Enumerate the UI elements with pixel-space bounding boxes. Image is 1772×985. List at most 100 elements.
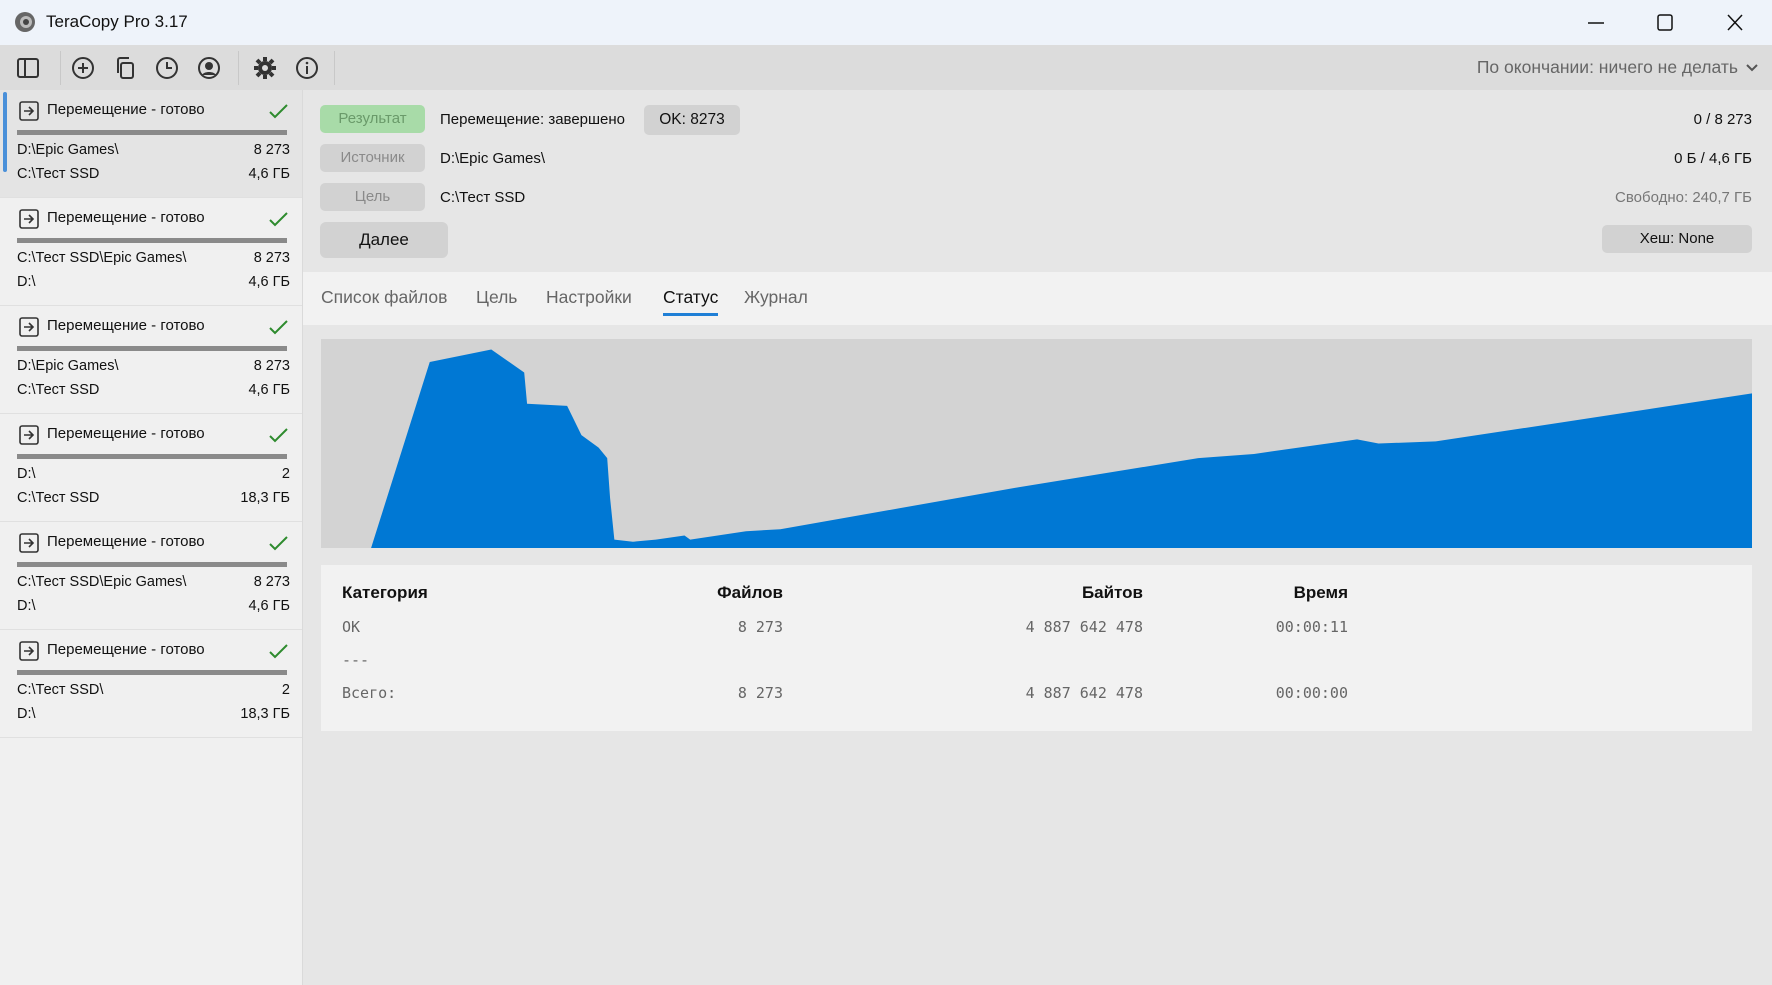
job-target: D:\ <box>17 706 36 722</box>
job-progress-bar <box>17 562 287 567</box>
chevron-down-icon <box>1746 63 1758 71</box>
toggle-sidebar-button[interactable] <box>13 53 43 83</box>
close-button[interactable] <box>1710 8 1760 38</box>
job-files: 8 273 <box>253 574 290 590</box>
job-title: Перемещение - готово <box>47 425 205 442</box>
job-files: 8 273 <box>253 358 290 374</box>
tab-file-list[interactable]: Список файлов <box>321 287 447 308</box>
speed-area <box>371 349 1752 548</box>
minimize-button[interactable] <box>1570 8 1620 38</box>
job-list-item[interactable]: Перемещение - готово D:\ 2 C:\Тест SSD 1… <box>0 414 302 522</box>
job-target: C:\Тест SSD <box>17 382 100 398</box>
job-title: Перемещение - готово <box>47 317 205 334</box>
app-logo-icon <box>15 12 35 32</box>
job-source: D:\ <box>17 466 36 482</box>
tab-status[interactable]: Статус <box>663 287 719 316</box>
add-button[interactable] <box>68 53 98 83</box>
move-icon <box>19 425 39 445</box>
job-progress-bar <box>17 454 287 459</box>
minimize-icon <box>1588 22 1604 24</box>
job-size: 4,6 ГБ <box>248 274 290 290</box>
move-icon <box>19 209 39 229</box>
job-progress-bar <box>17 238 287 243</box>
files-progress: 0 / 8 273 <box>1693 111 1752 128</box>
column-header: Время <box>1293 583 1348 602</box>
tab-settings[interactable]: Настройки <box>546 287 632 308</box>
plus-circle-icon <box>72 57 94 79</box>
job-progress-bar <box>17 130 287 135</box>
table-cell: 00:00:00 <box>1275 684 1348 702</box>
table-cell: 00:00:11 <box>1275 618 1348 636</box>
column-header: Файлов <box>717 583 783 602</box>
job-source: D:\Epic Games\ <box>17 142 119 158</box>
job-source: C:\Тест SSD\ <box>17 682 104 698</box>
table-cell: 8 273 <box>737 684 783 702</box>
after-completion-label: По окончании: ничего не делать <box>1476 57 1738 77</box>
job-target: C:\Тест SSD <box>17 490 100 506</box>
column-header: Байтов <box>1081 583 1143 602</box>
table-cell: --- <box>342 651 370 669</box>
move-icon <box>19 641 39 661</box>
maximize-button[interactable] <box>1640 8 1690 38</box>
job-list-item[interactable]: Перемещение - готово C:\Тест SSD\Epic Ga… <box>0 522 302 630</box>
result-value: Перемещение: завершено <box>440 111 626 128</box>
tab-log[interactable]: Журнал <box>744 287 808 308</box>
job-list-item[interactable]: Перемещение - готово C:\Тест SSD\Epic Ga… <box>0 198 302 306</box>
job-list-item[interactable]: Перемещение - готово C:\Тест SSD\ 2 D:\ … <box>0 630 302 738</box>
hash-button[interactable]: Хеш: None <box>1602 225 1752 253</box>
maximize-icon <box>1657 14 1673 31</box>
job-list-item[interactable]: Перемещение - готово D:\Epic Games\ 8 27… <box>0 90 302 198</box>
stats-table: Категория Файлов Байтов Время OK 8 273 4 887 6… <box>321 565 1752 731</box>
bytes-progress: 0 Б / 4,6 ГБ <box>1674 150 1752 167</box>
info-button[interactable] <box>292 53 322 83</box>
job-title: Перемещение - готово <box>47 533 205 550</box>
user-icon <box>198 57 220 79</box>
job-files: 8 273 <box>253 142 290 158</box>
checkmark-icon <box>269 428 288 443</box>
job-target: C:\Тест SSD <box>17 166 100 182</box>
job-size: 4,6 ГБ <box>248 166 290 182</box>
job-size: 18,3 ГБ <box>240 706 290 722</box>
settings-button[interactable] <box>250 53 280 83</box>
table-cell: OK <box>342 618 361 636</box>
job-target: D:\ <box>17 274 36 290</box>
info-icon <box>296 57 318 79</box>
job-files: 2 <box>281 682 290 698</box>
job-files: 8 273 <box>253 250 290 266</box>
toolbar: По окончании: ничего не делать <box>0 45 1772 90</box>
target-label: Цель <box>320 183 425 211</box>
job-list-item[interactable]: Перемещение - готово D:\Epic Games\ 8 27… <box>0 306 302 414</box>
next-button[interactable]: Далее <box>320 222 448 258</box>
history-button[interactable] <box>152 53 182 83</box>
job-target: D:\ <box>17 598 36 614</box>
job-size: 18,3 ГБ <box>240 490 290 506</box>
source-label: Источник <box>320 144 425 172</box>
move-icon <box>19 317 39 337</box>
job-list: Перемещение - готово D:\Epic Games\ 8 27… <box>0 90 303 985</box>
job-files: 2 <box>281 466 290 482</box>
source-path: D:\Epic Games\ <box>440 150 546 167</box>
job-title: Перемещение - готово <box>47 641 205 658</box>
table-cell: Всего: <box>342 684 397 702</box>
copy-button[interactable] <box>110 53 140 83</box>
table-cell: 4 887 642 478 <box>1025 684 1143 702</box>
tab-target[interactable]: Цель <box>476 287 517 308</box>
copy-icon <box>117 57 134 79</box>
after-completion-dropdown[interactable]: По окончании: ничего не делать <box>1477 57 1758 78</box>
sidebar-icon <box>17 58 39 78</box>
job-source: D:\Epic Games\ <box>17 358 119 374</box>
checkmark-icon <box>269 212 288 227</box>
job-source: C:\Тест SSD\Epic Games\ <box>17 250 187 266</box>
checkmark-icon <box>269 644 288 659</box>
table-cell: 4 887 642 478 <box>1025 618 1143 636</box>
account-button[interactable] <box>194 53 224 83</box>
clock-icon <box>156 57 178 79</box>
close-icon <box>1727 14 1743 31</box>
speed-chart <box>321 339 1752 548</box>
checkmark-icon <box>269 320 288 335</box>
free-space: Свободно: 240,7 ГБ <box>1615 189 1752 206</box>
job-source: C:\Тест SSD\Epic Games\ <box>17 574 187 590</box>
checkmark-icon <box>269 536 288 551</box>
job-title: Перемещение - готово <box>47 101 205 118</box>
job-progress-bar <box>17 346 287 351</box>
